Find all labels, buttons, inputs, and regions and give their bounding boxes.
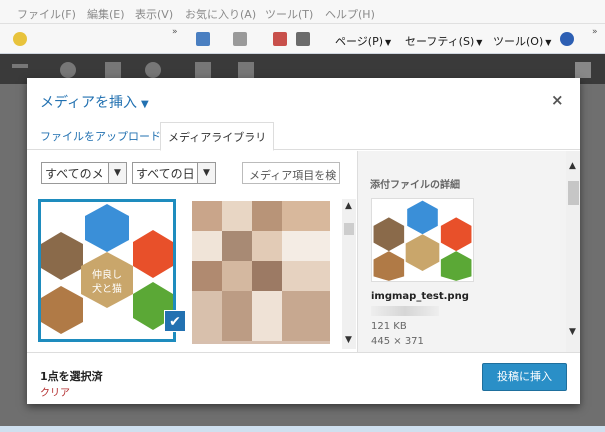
attachments-grid: 仲良し 犬と猫 ✔: [27, 194, 357, 352]
attachment-pixelated[interactable]: [192, 201, 330, 344]
mail-icon[interactable]: [273, 32, 287, 46]
favorites-star-icon[interactable]: [13, 32, 27, 46]
browser-command-bar: » ページ(P) ▼ セーフティ(S) ▼ ツール(O) ▼ »: [0, 24, 605, 54]
scroll-up-icon[interactable]: ▲: [569, 161, 576, 171]
hexagon-collage-thumbnail: [372, 199, 473, 281]
thumbnail-caption-line2: 犬と猫: [92, 282, 122, 295]
help-icon[interactable]: [560, 32, 574, 46]
details-scrollbar[interactable]: ▲ ▼: [566, 151, 580, 352]
favorites-overflow-chevron[interactable]: »: [172, 27, 178, 37]
clear-selection-link[interactable]: クリア: [40, 384, 70, 399]
insert-into-post-button[interactable]: 投稿に挿入: [482, 363, 567, 391]
wordpress-logo-icon[interactable]: [60, 62, 76, 78]
home-icon[interactable]: [105, 62, 121, 78]
pixelated-image: [192, 201, 330, 341]
details-thumbnail: [371, 198, 474, 282]
grid-scrollbar[interactable]: ▲ ▼: [342, 199, 356, 349]
page-menu-button[interactable]: ページ(P) ▼: [335, 33, 391, 49]
modal-footer: 1点を選択済 クリア 投稿に挿入: [27, 352, 580, 404]
window-bottom-edge: [0, 426, 605, 432]
modal-title-dropdown[interactable]: メディアを挿入 ▼: [40, 92, 149, 112]
toolbar-overflow-chevron[interactable]: »: [592, 27, 598, 37]
comments-icon[interactable]: [195, 62, 211, 78]
media-search-input[interactable]: メディア項目を検: [242, 162, 340, 184]
hexagon-collage-image: 仲良し 犬と猫: [41, 202, 173, 339]
media-modal: メディアを挿入 ▼ × ファイルをアップロード メディアライブラリ すべてのメ ▼ …: [27, 78, 580, 404]
menu-tools[interactable]: ツール(T): [265, 6, 313, 22]
chevron-down-icon: ▼: [108, 163, 126, 183]
tab-upload-files[interactable]: ファイルをアップロード: [40, 128, 161, 144]
menu-edit[interactable]: 編集(E): [87, 6, 125, 22]
scroll-down-icon[interactable]: ▼: [345, 335, 352, 345]
scroll-thumb[interactable]: [568, 181, 579, 205]
caret-down-icon: ▼: [141, 99, 149, 110]
safety-menu-button[interactable]: セーフティ(S) ▼: [405, 33, 482, 49]
selected-check-icon[interactable]: ✔: [164, 310, 186, 332]
new-content-icon[interactable]: [238, 62, 254, 78]
thumbnail-caption-line1: 仲良し: [92, 268, 122, 281]
browser-menubar: ファイル(F) 編集(E) 表示(V) お気に入り(A) ツール(T) ヘルプ(…: [0, 0, 605, 24]
scroll-up-icon[interactable]: ▲: [345, 201, 352, 211]
attachment-filename: imgmap_test.png: [371, 291, 469, 302]
scroll-thumb[interactable]: [344, 223, 354, 235]
updates-icon[interactable]: [145, 62, 161, 78]
tab-media-library[interactable]: メディアライブラリ: [160, 122, 275, 151]
print-icon[interactable]: [296, 32, 310, 46]
attachment-dimensions: 445 × 371: [371, 336, 424, 347]
menu-favorites[interactable]: お気に入り(A): [185, 6, 256, 22]
attachment-details-panel: 添付ファイルの詳細 imgmap_test.png 121 KB 445 × 3…: [357, 151, 580, 352]
attachment-filesize: 121 KB: [371, 321, 407, 332]
redacted-date: [371, 306, 439, 316]
feeds-icon[interactable]: [233, 32, 247, 46]
menu-file[interactable]: ファイル(F): [17, 6, 76, 22]
menu-view[interactable]: 表示(V): [135, 6, 173, 22]
attachment-imgmap-test[interactable]: 仲良し 犬と猫: [37, 198, 177, 343]
details-heading: 添付ファイルの詳細: [370, 180, 460, 191]
date-filter-select[interactable]: すべての日 ▼: [132, 162, 216, 184]
tools-menu-button[interactable]: ツール(O) ▼: [493, 33, 551, 49]
type-filter-select[interactable]: すべてのメ ▼: [41, 162, 127, 184]
avatar[interactable]: [575, 62, 591, 78]
chevron-down-icon: ▼: [197, 163, 215, 183]
selection-count: 1点を選択済: [40, 370, 103, 383]
menu-toggle-icon[interactable]: [12, 64, 28, 68]
close-icon[interactable]: ×: [551, 91, 564, 109]
menu-help[interactable]: ヘルプ(H): [325, 6, 375, 22]
scroll-down-icon[interactable]: ▼: [569, 327, 576, 337]
media-tabs: ファイルをアップロード メディアライブラリ: [27, 122, 580, 151]
home-icon[interactable]: [196, 32, 210, 46]
